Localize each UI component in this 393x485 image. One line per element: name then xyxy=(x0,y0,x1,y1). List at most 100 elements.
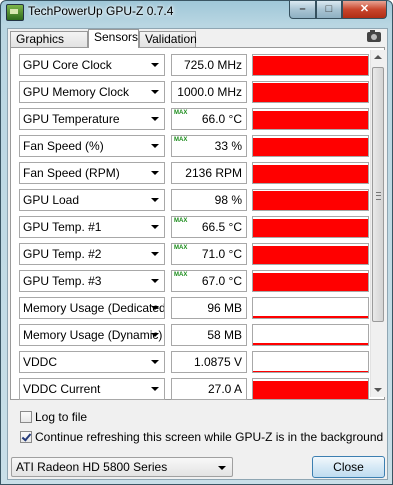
graph-fill xyxy=(253,111,368,129)
chevron-down-icon xyxy=(151,90,159,94)
chevron-down-icon xyxy=(151,333,159,337)
maximize-button[interactable]: □ xyxy=(316,1,342,19)
sensor-row: GPU Temp. #3 MAX 67.0 °C xyxy=(19,270,369,292)
sensor-graph xyxy=(252,81,369,103)
checkmark-icon xyxy=(21,431,32,442)
max-badge: MAX xyxy=(174,272,188,278)
vertical-scrollbar[interactable] xyxy=(370,50,385,397)
sensor-label: GPU Temp. #2 xyxy=(23,247,102,261)
sensor-label: GPU Memory Clock xyxy=(23,85,130,99)
sensor-label: GPU Temp. #3 xyxy=(23,274,102,288)
sensor-label: VDDC xyxy=(23,355,58,369)
maximize-icon: □ xyxy=(325,3,333,15)
sensor-graph xyxy=(252,351,369,373)
scrollbar-thumb[interactable] xyxy=(372,67,384,322)
sensor-value: MAX 66.0 °C xyxy=(171,108,247,130)
sensor-label: GPU Temp. #1 xyxy=(23,220,102,234)
graph-fill xyxy=(253,165,368,183)
title-bar[interactable]: TechPowerUp GPU-Z 0.7.4 – □ ✕ xyxy=(1,1,392,23)
sensor-graph xyxy=(252,270,369,292)
sensor-select[interactable]: GPU Temp. #1 xyxy=(19,216,165,238)
sensor-select[interactable]: GPU Core Clock xyxy=(19,54,165,76)
sensor-select[interactable]: VDDC Current xyxy=(19,378,165,400)
chevron-down-icon xyxy=(151,279,159,283)
log-to-file-label: Log to file xyxy=(35,410,88,424)
chevron-down-icon xyxy=(151,225,159,229)
sensor-select[interactable]: Fan Speed (RPM) xyxy=(19,162,165,184)
sensor-row: GPU Temperature MAX 66.0 °C xyxy=(19,108,369,130)
sensor-row: GPU Temp. #1 MAX 66.5 °C xyxy=(19,216,369,238)
sensor-value: 27.0 A xyxy=(171,378,247,400)
sensor-value-text: 96 MB xyxy=(207,301,242,315)
sensor-value: MAX 66.5 °C xyxy=(171,216,247,238)
sensor-value-text: 2136 RPM xyxy=(185,166,242,180)
sensor-graph xyxy=(252,243,369,265)
sensor-select[interactable]: GPU Temperature xyxy=(19,108,165,130)
sensor-graph xyxy=(252,216,369,238)
close-button[interactable]: Close xyxy=(312,456,385,478)
sensor-select[interactable]: Memory Usage (Dedicated) xyxy=(19,297,165,319)
checkbox-box[interactable] xyxy=(20,411,32,423)
chevron-down-icon xyxy=(151,306,159,310)
sensor-label: Memory Usage (Dynamic) xyxy=(23,328,163,342)
tab-graphics-card[interactable]: Graphics Card xyxy=(10,31,88,61)
minimize-button[interactable]: – xyxy=(289,1,316,19)
close-window-button[interactable]: ✕ xyxy=(342,1,387,19)
sensor-value-text: 1000.0 MHz xyxy=(177,85,242,99)
sensor-row: VDDC 1.0875 V xyxy=(19,351,369,373)
scroll-down-icon[interactable] xyxy=(371,383,385,397)
sensor-select[interactable]: GPU Temp. #2 xyxy=(19,243,165,265)
sensor-label: Memory Usage (Dedicated) xyxy=(23,301,165,315)
sensor-value: 725.0 MHz xyxy=(171,54,247,76)
sensor-row: Memory Usage (Dynamic) 58 MB xyxy=(19,324,369,346)
sensor-value-text: 1.0875 V xyxy=(193,355,242,369)
gpuz-window: TechPowerUp GPU-Z 0.7.4 – □ ✕ Graphics C… xyxy=(0,0,393,485)
sensor-value-text: 58 MB xyxy=(207,328,242,342)
graph-fill xyxy=(253,316,368,318)
sensor-select[interactable]: Fan Speed (%) xyxy=(19,135,165,157)
sensor-value: MAX 71.0 °C xyxy=(171,243,247,265)
scroll-up-icon[interactable] xyxy=(371,50,385,64)
max-badge: MAX xyxy=(174,137,188,143)
tab-sensors[interactable]: Sensors xyxy=(88,29,139,48)
sensor-value-text: 33 % xyxy=(214,139,242,153)
sensor-value-text: 98 % xyxy=(214,193,242,207)
max-badge: MAX xyxy=(174,110,188,116)
sensor-value-text: 27.0 A xyxy=(207,382,242,396)
sensor-label: Fan Speed (%) xyxy=(23,139,104,153)
sensor-value: 98 % xyxy=(171,189,247,211)
sensor-row: Memory Usage (Dedicated) 96 MB xyxy=(19,297,369,319)
max-badge: MAX xyxy=(174,218,188,224)
sensor-label: GPU Temperature xyxy=(23,112,120,126)
chevron-down-icon xyxy=(151,252,159,256)
window-title: TechPowerUp GPU-Z 0.7.4 xyxy=(28,4,174,18)
sensor-graph xyxy=(252,108,369,130)
sensor-label: GPU Core Clock xyxy=(23,58,112,72)
sensor-row: Fan Speed (%) MAX 33 % xyxy=(19,135,369,157)
graph-fill xyxy=(253,370,368,372)
chevron-down-icon xyxy=(151,387,159,391)
sensor-graph xyxy=(252,135,369,157)
sensor-select[interactable]: GPU Memory Clock xyxy=(19,81,165,103)
sensor-select[interactable]: GPU Load xyxy=(19,189,165,211)
graph-fill xyxy=(253,246,368,264)
sensor-graph xyxy=(252,297,369,319)
graph-fill xyxy=(253,343,368,345)
sensor-value: 96 MB xyxy=(171,297,247,319)
graph-fill xyxy=(253,138,368,156)
sensor-row: GPU Memory Clock 1000.0 MHz xyxy=(19,81,369,103)
sensor-value: 1000.0 MHz xyxy=(171,81,247,103)
sensor-row: GPU Load 98 % xyxy=(19,189,369,211)
sensor-select[interactable]: GPU Temp. #3 xyxy=(19,270,165,292)
sensor-select[interactable]: Memory Usage (Dynamic) xyxy=(19,324,165,346)
tab-validation[interactable]: Validation xyxy=(139,31,197,47)
sensor-label: VDDC Current xyxy=(23,382,101,396)
minimize-icon: – xyxy=(299,3,306,15)
camera-icon[interactable] xyxy=(367,30,381,42)
sensor-value: 1.0875 V xyxy=(171,351,247,373)
sensor-row: Fan Speed (RPM) 2136 RPM xyxy=(19,162,369,184)
chevron-down-icon xyxy=(151,117,159,121)
device-select[interactable]: ATI Radeon HD 5800 Series xyxy=(11,457,233,477)
sensor-select[interactable]: VDDC xyxy=(19,351,165,373)
checkbox-box[interactable] xyxy=(20,431,32,443)
